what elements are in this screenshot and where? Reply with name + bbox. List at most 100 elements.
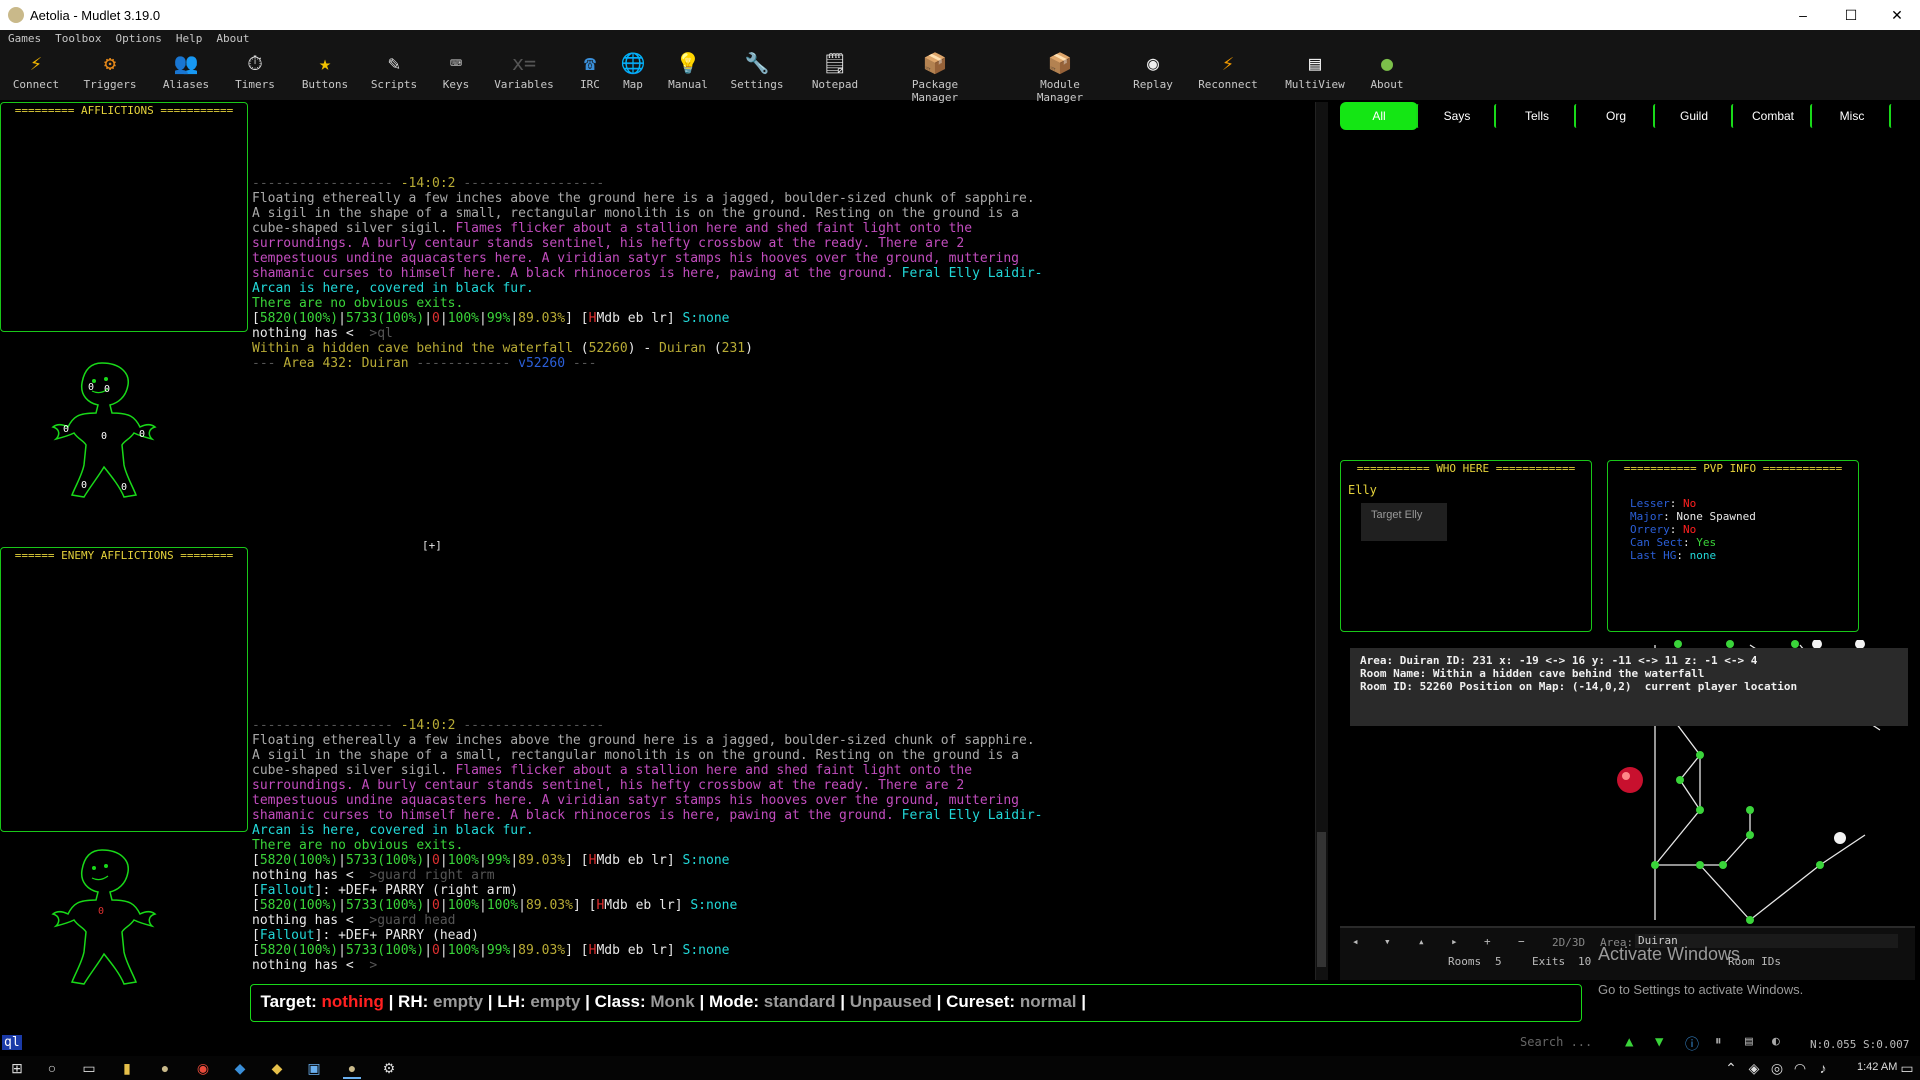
map-pan-up[interactable]: ▴ — [1418, 935, 1425, 948]
volume-icon[interactable]: ♪ — [1814, 1059, 1832, 1077]
who-here-name[interactable]: Elly — [1348, 483, 1377, 497]
app-icon-yellow[interactable]: ◆ — [268, 1059, 286, 1077]
status-key: Class: — [594, 992, 651, 1011]
map-label: Map — [623, 78, 643, 91]
taskbar-clock[interactable]: 1:42 AM — [1857, 1061, 1897, 1073]
manual-icon: 💡 — [675, 51, 701, 75]
main-console[interactable]: ------------------ -14:0:2 -------------… — [250, 100, 1310, 980]
status-key: Mode: — [708, 992, 764, 1011]
body-marker: 0 — [139, 429, 146, 440]
arrow-down-icon[interactable]: ▼ — [1655, 1034, 1663, 1050]
menu-toolbox[interactable]: Toolbox — [47, 30, 107, 45]
room-description-line: surroundings. A burly centaur stands sen… — [252, 236, 965, 251]
chrome-icon[interactable]: ◉ — [194, 1059, 212, 1077]
app-icon-blue[interactable]: ◆ — [231, 1059, 249, 1077]
connect-toolbar-button[interactable]: ⚡ Connect — [0, 50, 76, 91]
timers-toolbar-button[interactable]: ⏱ Timers — [215, 50, 295, 91]
tab-tells[interactable]: Tells — [1498, 102, 1576, 130]
tray-chevron-icon[interactable]: ⌃ — [1722, 1059, 1740, 1077]
command-input[interactable]: ql — [2, 1035, 22, 1050]
buttons-toolbar-button[interactable]: ★ Buttons — [285, 50, 365, 91]
replay-toolbar-button[interactable]: ◉ Replay — [1113, 50, 1193, 91]
tab-all[interactable]: All — [1340, 102, 1418, 130]
mapper[interactable]: Area: Duiran ID: 231 x: -19 <-> 16 y: -1… — [1340, 640, 1910, 925]
windows-taskbar: ⊞ ○ ▭ ▮ ● ◉ ◆ ◆ ▣ ● ⚙ ⌃ ◈ ◎ ◠ ♪ 1:42 AM … — [0, 1056, 1920, 1080]
buttons-label: Buttons — [301, 78, 349, 91]
pvp-row: Last HG: none — [1630, 549, 1717, 562]
tab-org[interactable]: Org — [1577, 102, 1655, 130]
search-icon[interactable]: ○ — [43, 1059, 61, 1077]
maximize-button[interactable]: ☐ — [1828, 0, 1874, 30]
map-zoom-out[interactable]: − — [1518, 935, 1525, 948]
window-title: Aetolia - Mudlet 3.19.0 — [30, 8, 161, 23]
notifications-icon[interactable]: ▭ — [1898, 1059, 1916, 1077]
mudlet-active-icon[interactable]: ● — [343, 1059, 361, 1079]
timestamp-icon[interactable]: ⏸ — [1715, 1034, 1722, 1049]
multiview-label: MultiView — [1285, 78, 1345, 91]
aliases-toolbar-button[interactable]: 👥 Aliases — [146, 50, 226, 91]
menu-games[interactable]: Games — [0, 30, 47, 45]
scrollbar-thumb[interactable] — [1317, 832, 1326, 967]
about-toolbar-button[interactable]: ● About — [1347, 50, 1427, 91]
buttons-icon: ★ — [318, 51, 332, 75]
tray-app-icon[interactable]: ◎ — [1768, 1059, 1786, 1077]
console-line: [5820(100%)|5733(100%)|0|100%|99%|89.03%… — [252, 943, 730, 958]
room-description-line: Floating ethereally a few inches above t… — [252, 191, 1035, 206]
menu-about[interactable]: About — [208, 30, 255, 45]
room-description-line: A sigil in the shape of a small, rectang… — [252, 206, 1020, 221]
package-manager-toolbar-button[interactable]: 📦 Package Manager — [895, 50, 975, 104]
tab-misc[interactable]: Misc — [1813, 102, 1891, 130]
tab-combat[interactable]: Combat — [1734, 102, 1812, 130]
menu-options[interactable]: Options — [107, 30, 167, 45]
file-explorer-icon[interactable]: ▮ — [118, 1059, 136, 1077]
about-icon: ● — [1380, 51, 1394, 75]
mudlet-taskbar-icon[interactable]: ● — [156, 1059, 174, 1077]
triggers-icon: ⚙ — [103, 51, 117, 75]
who-here-title: =========== WHO HERE ============ — [1356, 462, 1576, 475]
notepad-toolbar-button[interactable]: 🗒 Notepad — [795, 50, 875, 91]
target-elly-button[interactable]: Target Elly — [1361, 503, 1447, 541]
multiview-toolbar-button[interactable]: ▤ MultiView — [1275, 50, 1355, 91]
app-icon-monitor[interactable]: ▣ — [305, 1059, 323, 1077]
settings-toolbar-button[interactable]: 🔧 Settings — [717, 50, 797, 91]
multiview-icon: ▤ — [1308, 51, 1322, 75]
status-value: Unpaused — [849, 992, 932, 1011]
emergency-stop-icon[interactable]: ◐ — [1772, 1034, 1780, 1049]
manual-toolbar-button[interactable]: 💡 Manual — [648, 50, 728, 91]
wifi-icon[interactable]: ◠ — [1791, 1059, 1809, 1077]
dropbox-icon[interactable]: ◈ — [1745, 1059, 1763, 1077]
task-view-icon[interactable]: ▭ — [80, 1059, 98, 1077]
minimize-button[interactable]: – — [1780, 0, 1826, 30]
logging-icon[interactable]: ▤ — [1745, 1034, 1753, 1049]
tab-says[interactable]: Says — [1418, 102, 1496, 130]
command-echo-line: nothing has < >ql — [252, 326, 393, 341]
map-pan-left[interactable]: ◂ — [1352, 935, 1359, 948]
tab-guild[interactable]: Guild — [1655, 102, 1733, 130]
map-pan-down[interactable]: ▾ — [1384, 935, 1391, 948]
main-console-scrollbar[interactable] — [1315, 102, 1328, 980]
map-2d3d-toggle[interactable]: 2D/3D — [1552, 936, 1585, 949]
reconnect-toolbar-button[interactable]: ⚡ Reconnect — [1188, 50, 1268, 91]
body-diagram-top — [51, 362, 157, 498]
windows-start-icon[interactable]: ⊞ — [8, 1059, 26, 1077]
map-exits-spinner[interactable]: 10 — [1578, 955, 1591, 968]
search-input[interactable]: Search ... — [1520, 1035, 1610, 1053]
map-pan-right[interactable]: ▸ — [1451, 935, 1458, 948]
console-line: nothing has < >guard head — [252, 913, 456, 928]
status-key: LH: — [497, 992, 531, 1011]
info-icon[interactable]: ⓘ — [1685, 1034, 1699, 1054]
app-icon-tools[interactable]: ⚙ — [380, 1059, 398, 1077]
module-manager-toolbar-button[interactable]: 📦 Module Manager — [1020, 50, 1100, 104]
map-rooms-spinner[interactable]: 5 — [1495, 955, 1502, 968]
close-button[interactable]: ✕ — [1874, 0, 1920, 30]
console-line: nothing has < > — [252, 958, 386, 973]
settings-icon: 🔧 — [744, 51, 770, 75]
who-here-pane: =========== WHO HERE ============ Elly T… — [1340, 460, 1592, 632]
triggers-toolbar-button[interactable]: ⚙ Triggers — [70, 50, 150, 91]
menu-help[interactable]: Help — [168, 30, 209, 45]
map-zoom-in[interactable]: + — [1484, 935, 1491, 948]
arrow-up-icon[interactable]: ▲ — [1625, 1034, 1633, 1050]
notepad-icon: 🗒 — [822, 51, 848, 75]
room-description-line: shamanic curses to himself here. A black… — [252, 266, 1043, 281]
command-bar: ql Search ... ▲ ▼ ⓘ ⏸ ▤ ◐ N:0.055 S:0.00… — [0, 1032, 1920, 1056]
